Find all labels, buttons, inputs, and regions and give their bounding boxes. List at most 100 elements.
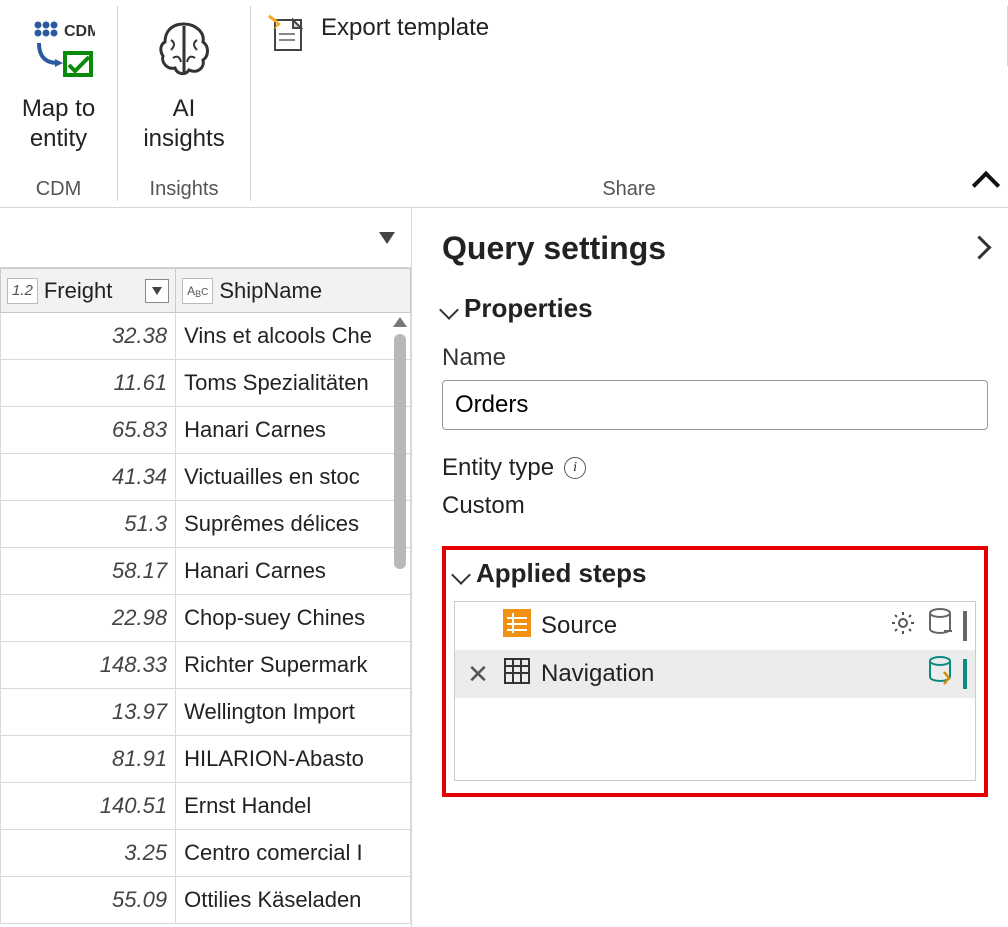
- table-row[interactable]: 11.61Toms Spezialitäten: [1, 360, 411, 407]
- chevron-right-icon: [971, 236, 988, 262]
- text-type-icon: ABC: [182, 278, 213, 304]
- main-area: 1.2 Freight ABC: [0, 208, 1008, 927]
- applied-step-navigation[interactable]: ✕ Navigation: [455, 650, 975, 698]
- data-table: 1.2 Freight ABC: [0, 268, 411, 924]
- scroll-thumb[interactable]: [394, 334, 406, 569]
- formula-bar[interactable]: [0, 208, 411, 268]
- table-orange-icon: [503, 609, 531, 644]
- cell-shipname: Centro comercial I: [176, 830, 411, 877]
- cell-freight: 32.38: [1, 313, 176, 360]
- cell-freight: 55.09: [1, 877, 176, 924]
- insights-group-label: Insights: [150, 178, 219, 205]
- table-row[interactable]: 148.33Richter Supermark: [1, 642, 411, 689]
- table-row[interactable]: 140.51Ernst Handel: [1, 783, 411, 830]
- table-outline-icon: [503, 657, 531, 692]
- gear-icon[interactable]: [889, 609, 917, 644]
- cell-shipname: Victuailles en stoc: [176, 454, 411, 501]
- cell-shipname: Hanari Carnes: [176, 407, 411, 454]
- table-row[interactable]: 58.17Hanari Carnes: [1, 548, 411, 595]
- chevron-up-icon: [976, 175, 996, 201]
- cell-shipname: Wellington Import: [176, 689, 411, 736]
- cell-freight: 148.33: [1, 642, 176, 689]
- ai-insights-label: AI insights: [143, 94, 224, 154]
- delete-step-button[interactable]: ✕: [463, 661, 493, 687]
- map-to-entity-button[interactable]: CDM Map to entity: [6, 4, 111, 154]
- cell-freight: 65.83: [1, 407, 176, 454]
- table-row[interactable]: 55.09Ottilies Käseladen: [1, 877, 411, 924]
- step-label: Navigation: [541, 660, 917, 688]
- vertical-scrollbar[interactable]: [389, 314, 411, 874]
- query-settings-title: Query settings: [442, 230, 666, 267]
- query-settings-panel: Query settings Properties Name Entity ty…: [412, 208, 1008, 927]
- cell-shipname: Chop-suey Chines: [176, 595, 411, 642]
- applied-steps-section-toggle[interactable]: Applied steps: [454, 558, 976, 589]
- chevron-down-icon: [454, 558, 468, 589]
- name-label: Name: [442, 344, 988, 372]
- database-icon[interactable]: [927, 608, 953, 645]
- data-table-body: 32.38Vins et alcools Che 11.61Toms Spezi…: [1, 313, 411, 924]
- cell-shipname: Hanari Carnes: [176, 548, 411, 595]
- cell-shipname: Suprêmes délices: [176, 501, 411, 548]
- data-preview-panel: 1.2 Freight ABC: [0, 208, 412, 927]
- cell-shipname: HILARION-Abasto: [176, 736, 411, 783]
- chevron-down-icon: [442, 293, 456, 324]
- cell-shipname: Ottilies Käseladen: [176, 877, 411, 924]
- svg-text:CDM: CDM: [64, 23, 95, 40]
- cdm-group-label: CDM: [36, 178, 82, 205]
- properties-section-toggle[interactable]: Properties: [442, 293, 988, 324]
- ribbon-group-cdm: CDM Map to entity CDM: [0, 0, 117, 207]
- export-template-icon: [267, 14, 307, 54]
- cell-shipname: Vins et alcools Che: [176, 313, 411, 360]
- cell-freight: 41.34: [1, 454, 176, 501]
- cell-freight: 51.3: [1, 501, 176, 548]
- chevron-down-icon: [152, 287, 162, 295]
- cell-freight: 13.97: [1, 689, 176, 736]
- table-row[interactable]: 65.83Hanari Carnes: [1, 407, 411, 454]
- info-icon[interactable]: i: [564, 457, 586, 479]
- expand-panel-button[interactable]: [971, 236, 988, 262]
- database-refresh-icon[interactable]: [927, 656, 953, 693]
- column-header-shipname[interactable]: ABC ShipName: [176, 269, 411, 313]
- collapse-ribbon-button[interactable]: [976, 175, 996, 201]
- scroll-up-arrow-icon: [393, 317, 407, 327]
- column-filter-button[interactable]: [145, 279, 169, 303]
- table-row[interactable]: 32.38Vins et alcools Che: [1, 313, 411, 360]
- applied-steps-list: Source ✕: [454, 601, 976, 781]
- brain-icon: [147, 14, 221, 88]
- ribbon-group-share: Export template Share: [251, 0, 1007, 207]
- cell-shipname: Richter Supermark: [176, 642, 411, 689]
- table-row[interactable]: 3.25Centro comercial I: [1, 830, 411, 877]
- table-row[interactable]: 41.34Victuailles en stoc: [1, 454, 411, 501]
- cell-freight: 58.17: [1, 548, 176, 595]
- decimal-type-icon: 1.2: [7, 278, 38, 304]
- cell-freight: 22.98: [1, 595, 176, 642]
- cell-shipname: Ernst Handel: [176, 783, 411, 830]
- share-group-label: Share: [602, 178, 655, 205]
- ribbon-toolbar: CDM Map to entity CDM AI insights: [0, 0, 1008, 208]
- query-name-input[interactable]: [442, 380, 988, 430]
- column-header-freight[interactable]: 1.2 Freight: [1, 269, 176, 313]
- cell-freight: 140.51: [1, 783, 176, 830]
- export-template-label: Export template: [321, 14, 489, 42]
- properties-header-label: Properties: [464, 293, 593, 324]
- close-icon: ✕: [467, 661, 489, 687]
- table-row[interactable]: 81.91HILARION-Abasto: [1, 736, 411, 783]
- column-header-label: Freight: [44, 278, 112, 304]
- applied-steps-header-label: Applied steps: [476, 558, 646, 589]
- applied-steps-highlight: Applied steps Source: [442, 546, 988, 797]
- entity-type-label: Entity type: [442, 454, 554, 482]
- step-marker: [963, 659, 967, 689]
- cell-freight: 81.91: [1, 736, 176, 783]
- cell-freight: 3.25: [1, 830, 176, 877]
- table-row[interactable]: 22.98Chop-suey Chines: [1, 595, 411, 642]
- table-row[interactable]: 13.97Wellington Import: [1, 689, 411, 736]
- step-label: Source: [541, 612, 879, 640]
- ai-insights-button[interactable]: AI insights: [124, 4, 244, 154]
- cell-freight: 11.61: [1, 360, 176, 407]
- applied-step-source[interactable]: Source: [455, 602, 975, 650]
- data-table-wrap: 1.2 Freight ABC: [0, 268, 411, 927]
- export-template-button[interactable]: Export template: [257, 4, 499, 64]
- cell-shipname: Toms Spezialitäten: [176, 360, 411, 407]
- table-row[interactable]: 51.3Suprêmes délices: [1, 501, 411, 548]
- cdm-map-icon: CDM: [22, 14, 96, 88]
